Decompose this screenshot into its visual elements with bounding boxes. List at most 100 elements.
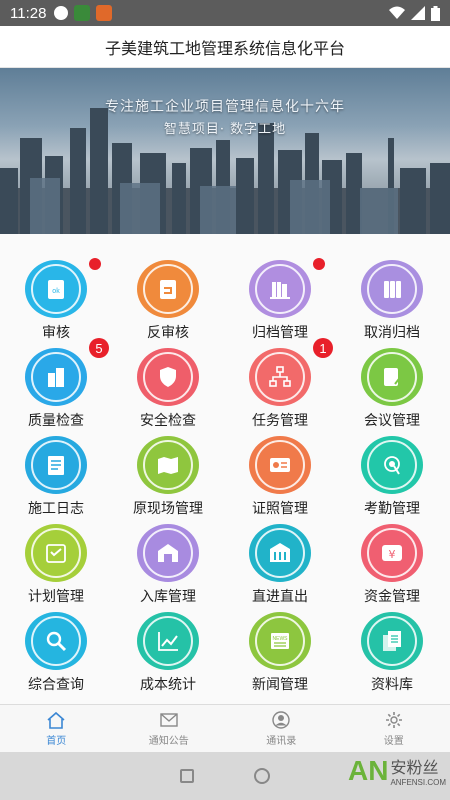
battery-icon: [431, 5, 440, 21]
module-search[interactable]: 综合查询: [0, 606, 112, 694]
module-label: 审核: [42, 325, 70, 341]
module-warehouse-in[interactable]: 入库管理: [112, 518, 224, 606]
module-plan[interactable]: 计划管理: [0, 518, 112, 606]
module-gate[interactable]: 直进直出: [224, 518, 336, 606]
module-clipboard-ok[interactable]: ok 审核: [0, 254, 112, 342]
log-icon: [31, 440, 81, 490]
module-archive-books[interactable]: 归档管理: [224, 254, 336, 342]
tab-notice-label: 通知公告: [148, 736, 189, 747]
status-bar: 11:28: [0, 0, 450, 26]
module-id-card[interactable]: 证照管理: [224, 430, 336, 518]
module-label: 综合查询: [28, 677, 84, 693]
watermark-brand: AN: [347, 754, 389, 786]
module-icon-circle: [361, 612, 423, 670]
module-icon-circle: [25, 436, 87, 494]
clipboard-return-icon: [143, 264, 193, 314]
contact-icon: [272, 711, 290, 729]
notification-badge: 5: [89, 338, 109, 358]
module-documents[interactable]: 资料库: [336, 606, 448, 694]
tab-settings-label: 设置: [383, 736, 404, 747]
module-yen[interactable]: ¥ 资金管理: [336, 518, 448, 606]
notification-badge: [313, 258, 325, 270]
module-icon-circle: 1: [249, 338, 333, 406]
module-label: 资料库: [371, 677, 413, 693]
notification-badge: 1: [313, 338, 333, 358]
gear-icon: [385, 712, 402, 728]
news-icon: NEWS: [255, 616, 305, 666]
module-icon-circle: [361, 260, 423, 318]
module-label: 资金管理: [364, 589, 420, 605]
module-label: 会议管理: [364, 413, 420, 429]
module-icon-circle: NEWS: [249, 612, 311, 670]
notification-badge: [89, 258, 101, 270]
module-fingerprint-touch[interactable]: 考勤管理: [336, 430, 448, 518]
trend-chart-icon: [143, 616, 193, 666]
module-shield[interactable]: 安全检查: [112, 342, 224, 430]
tab-contacts[interactable]: 通讯录: [225, 705, 338, 752]
module-icon-circle: [25, 524, 87, 582]
module-icon-circle: 5: [25, 338, 109, 406]
module-label: 成本统计: [140, 677, 196, 693]
module-trend-chart[interactable]: 成本统计: [112, 606, 224, 694]
module-label: 考勤管理: [364, 501, 420, 517]
tab-settings[interactable]: 设置: [338, 705, 450, 752]
document-edit-icon: [367, 352, 417, 402]
binders-icon: [367, 264, 417, 314]
module-label: 反审核: [147, 325, 189, 341]
module-log[interactable]: 施工日志: [0, 430, 112, 518]
id-card-icon: [255, 440, 305, 490]
module-label: 计划管理: [28, 589, 84, 605]
module-binders[interactable]: 取消归档: [336, 254, 448, 342]
home-button[interactable]: [254, 768, 270, 784]
page-title: 子美建筑工地管理系统信息化平台: [0, 26, 450, 68]
module-label: 质量检查: [28, 413, 84, 429]
bottom-tab-bar: 首页 通知公告 通讯录 设置: [0, 704, 450, 752]
module-label: 直进直出: [252, 589, 308, 605]
module-news[interactable]: NEWS 新闻管理: [224, 606, 336, 694]
module-clipboard-return[interactable]: 反审核: [112, 254, 224, 342]
module-label: 任务管理: [252, 413, 308, 429]
module-org-chart[interactable]: 1 任务管理: [224, 338, 336, 430]
module-icon-circle: [137, 612, 199, 670]
tab-home[interactable]: 首页: [0, 705, 113, 752]
watermark-cn: 安粉丝: [390, 758, 439, 777]
envelope-icon: [160, 713, 178, 727]
module-icon-circle: ok: [25, 258, 101, 318]
recent-apps-button[interactable]: [180, 769, 194, 783]
module-grid: ok 审核 反审核 归档管理 取消归档 5 质量检查 安全检查 1 任务管理 会议管理施工日志 原现场…: [0, 234, 450, 704]
module-icon-circle: ¥: [361, 524, 423, 582]
signal-icon: [411, 6, 425, 20]
module-icon-circle: [137, 436, 199, 494]
shield-icon: [143, 352, 193, 402]
status-time: 11:28: [10, 4, 47, 22]
tab-home-label: 首页: [46, 736, 67, 747]
status-right: [389, 5, 440, 21]
tab-notice[interactable]: 通知公告: [113, 705, 226, 752]
module-icon-circle: [137, 524, 199, 582]
module-label: 归档管理: [252, 325, 308, 341]
module-label: 施工日志: [28, 501, 84, 517]
module-icon-circle: [361, 348, 423, 406]
app-icon-2: [96, 5, 113, 21]
search-icon: [31, 616, 81, 666]
city-skyline-image: [0, 108, 450, 234]
module-label: 新闻管理: [252, 677, 308, 693]
documents-icon: [367, 616, 417, 666]
module-icon-circle: [361, 436, 423, 494]
module-label: 入库管理: [140, 589, 196, 605]
module-icon-circle: [249, 258, 325, 318]
module-label: 安全检查: [140, 413, 196, 429]
buildings-icon: [31, 352, 81, 402]
gate-icon: [255, 528, 305, 578]
map-icon: [143, 440, 193, 490]
module-icon-circle: [137, 260, 199, 318]
module-icon-circle: [25, 612, 87, 670]
module-document-edit[interactable]: 会议管理: [336, 342, 448, 430]
module-buildings[interactable]: 5 质量检查: [0, 338, 112, 430]
warehouse-in-icon: [143, 528, 193, 578]
clipboard-ok-icon: ok: [31, 264, 81, 314]
module-map[interactable]: 原现场管理: [112, 430, 224, 518]
archive-books-icon: [255, 264, 305, 314]
yen-icon: ¥: [367, 528, 417, 578]
banner-subtitle: 智慧项目· 数字工地: [163, 122, 287, 137]
